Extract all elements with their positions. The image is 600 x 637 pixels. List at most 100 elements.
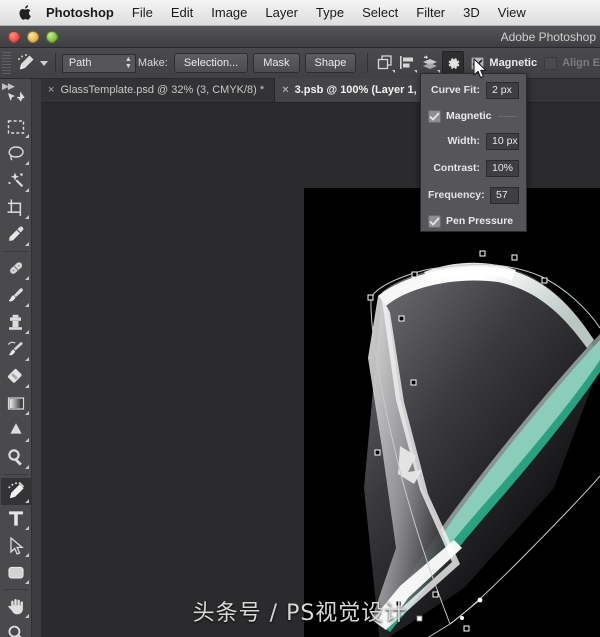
make-shape-button[interactable]: Shape [304, 53, 357, 73]
checkmark-icon [429, 111, 440, 121]
frequency-input[interactable]: 57 [490, 186, 519, 204]
mac-menu-edit[interactable]: Edit [162, 0, 202, 26]
flyout-magnetic-checkbox[interactable] [428, 109, 441, 123]
apple-logo-icon[interactable] [12, 4, 38, 21]
zoom-button[interactable] [46, 30, 58, 43]
mac-menu-view[interactable]: View [489, 0, 535, 26]
tools-list [0, 86, 31, 637]
contrast-input[interactable]: 10% [486, 159, 519, 177]
tools-panel [0, 79, 32, 637]
frequency-label: Frequency: [428, 189, 485, 201]
tool-group-corner-icon [24, 188, 29, 192]
crop-icon [7, 199, 21, 216]
lasso-tool[interactable] [1, 140, 31, 167]
tool-group-corner-icon [24, 215, 29, 219]
tool-group-corner-icon [24, 330, 29, 334]
rectangular-marquee-tool[interactable] [1, 113, 31, 140]
caret-icon [414, 70, 418, 73]
make-selection-button[interactable]: Selection... [173, 53, 249, 73]
width-input[interactable]: 10 px [486, 132, 519, 150]
pen-pressure-checkbox[interactable] [428, 214, 441, 228]
options-bar-grip[interactable] [2, 52, 11, 74]
curve-fit-label: Curve Fit: [430, 84, 480, 96]
document-canvas[interactable] [304, 188, 600, 637]
mac-menu-select[interactable]: Select [353, 0, 407, 26]
align-edges-checkbox-row[interactable]: Align E [544, 56, 600, 70]
flyout-magnetic-row[interactable]: Magnetic [428, 107, 519, 125]
brush-tool[interactable] [1, 282, 31, 309]
geometry-options-gear-button[interactable] [441, 51, 465, 75]
rounded-rectangle-icon [7, 566, 24, 579]
flyout-divider [497, 115, 517, 117]
tool-group-corner-icon [24, 465, 29, 469]
document-tab-glasstemplate[interactable]: × GlassTemplate.psd @ 32% (3, CMYK/8) * [41, 78, 276, 102]
tab-label: 3.psb @ 100% (Layer 1, [294, 84, 417, 96]
double-chevron-right-icon[interactable]: ▶▶ [2, 81, 15, 92]
clone-stamp-tool[interactable] [1, 309, 31, 336]
magic-wand-tool[interactable] [1, 167, 31, 194]
align-edges-label: Align E [562, 57, 600, 69]
tab-close-icon[interactable]: × [282, 84, 288, 96]
curve-fit-input[interactable]: 2 px [486, 81, 519, 99]
eraser-tool[interactable] [1, 363, 31, 390]
window-controls [8, 30, 58, 43]
close-button[interactable] [8, 30, 20, 43]
path-operations-icon[interactable] [374, 51, 396, 75]
clone-stamp-icon [8, 314, 22, 330]
healing-brush-tool[interactable] [1, 255, 31, 282]
tool-group-corner-icon [24, 276, 29, 280]
gradient-icon [7, 397, 24, 410]
make-mask-button[interactable]: Mask [253, 53, 300, 73]
tool-group-corner-icon [24, 499, 29, 503]
mac-menu-image[interactable]: Image [202, 0, 256, 26]
magic-wand-icon [7, 172, 23, 188]
contrast-label: Contrast: [433, 162, 480, 174]
tool-group-corner-icon [24, 438, 29, 442]
lasso-icon [7, 146, 24, 161]
shape-tool[interactable] [1, 559, 31, 586]
pen-tool[interactable] [0, 478, 31, 505]
options-divider-2 [367, 53, 369, 73]
tool-group-corner-icon [24, 411, 29, 415]
align-edges-checkbox[interactable] [544, 56, 558, 70]
mac-menu-filter[interactable]: Filter [407, 0, 454, 26]
blur-tool[interactable] [1, 417, 31, 444]
healing-brush-icon [9, 262, 22, 274]
path-mode-select[interactable]: Path ▲ ▼ [61, 53, 136, 73]
minimize-button[interactable] [27, 30, 39, 43]
width-row: Width: 10 px [428, 131, 519, 151]
crop-tool[interactable] [1, 194, 31, 221]
tool-group-corner-icon [24, 580, 29, 584]
tool-group-corner-icon [24, 553, 29, 557]
history-brush-tool[interactable] [1, 336, 31, 363]
document-tab-3psb[interactable]: × 3.psb @ 100% (Layer 1, [275, 78, 428, 102]
path-arrangement-icon[interactable] [419, 51, 441, 75]
eyedropper-icon [8, 226, 23, 241]
mac-menu-3d[interactable]: 3D [454, 0, 489, 26]
gradient-tool[interactable] [1, 390, 31, 417]
photoshop-title-bar: Adobe Photoshop [0, 26, 600, 48]
dodge-icon [7, 449, 22, 466]
mac-menu-photoshop[interactable]: Photoshop [42, 0, 123, 26]
mac-menu-type[interactable]: Type [307, 0, 353, 26]
type-tool[interactable] [1, 505, 31, 532]
tool-group-corner-icon [24, 161, 29, 165]
pen-tool-icon [7, 482, 24, 499]
freeform-pen-tool-icon[interactable] [13, 51, 39, 75]
pen-pressure-row[interactable]: Pen Pressure [428, 212, 519, 230]
tab-close-icon[interactable]: × [48, 84, 54, 96]
tool-preset-chevron-down-icon[interactable] [39, 51, 49, 75]
mac-menu-layer[interactable]: Layer [256, 0, 307, 26]
contrast-row: Contrast: 10% [428, 158, 519, 178]
eyedropper-tool[interactable] [1, 221, 31, 248]
caret-icon [391, 70, 395, 73]
path-alignment-icon[interactable] [397, 51, 419, 75]
tools-divider [3, 474, 28, 475]
path-selection-tool[interactable] [1, 532, 31, 559]
tool-group-corner-icon [24, 384, 29, 388]
tools-divider [3, 589, 28, 590]
move-tool-icon [7, 92, 24, 102]
mac-menu-file[interactable]: File [123, 0, 162, 26]
tool-group-corner-icon [24, 134, 29, 138]
dodge-tool[interactable] [1, 444, 31, 471]
